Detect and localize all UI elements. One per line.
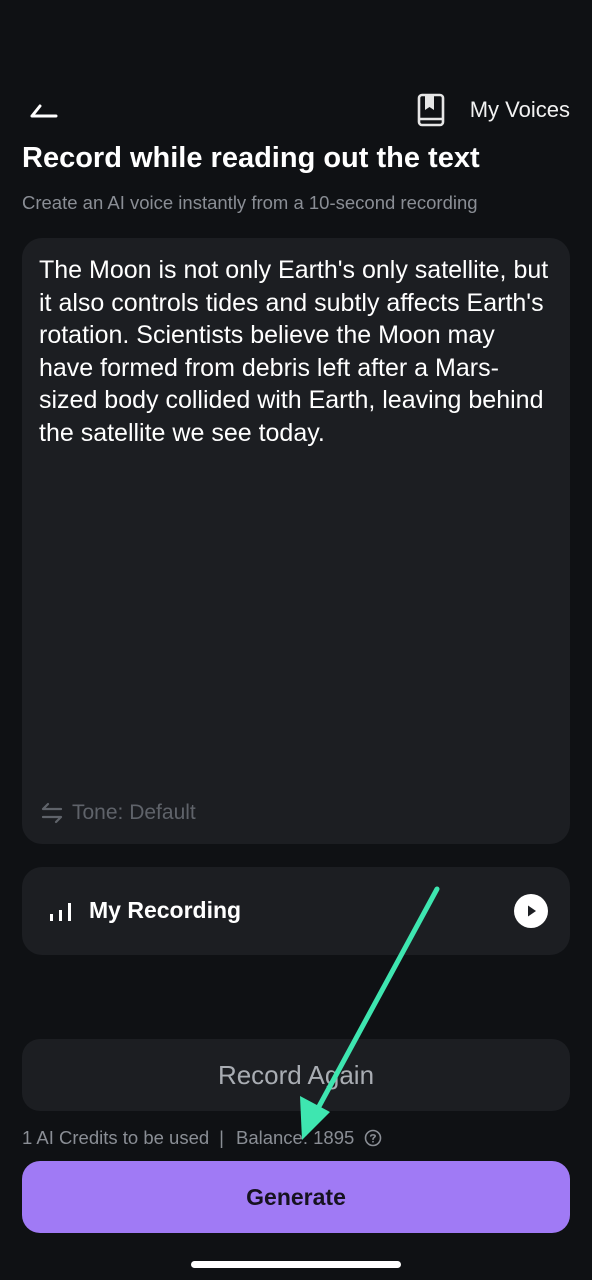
book-icon	[416, 93, 446, 127]
voice-clone-screen: My Voices Record while reading out the t…	[0, 0, 592, 1280]
credits-used: 1 AI Credits to be used	[22, 1127, 210, 1148]
page-title: Record while reading out the text	[22, 142, 480, 174]
my-recording-label: My Recording	[89, 897, 242, 923]
reading-text: The Moon is not only Earth's only satell…	[39, 256, 549, 447]
my-recording-card[interactable]: My Recording	[22, 867, 570, 955]
home-indicator	[191, 1261, 401, 1268]
credits-info: 1 AI Credits to be used | Balance: 1895	[22, 1127, 382, 1149]
back-arrow-icon	[30, 104, 58, 118]
credits-separator: |	[219, 1127, 224, 1148]
back-button[interactable]	[24, 92, 64, 128]
tone-label: Tone: Default	[72, 801, 196, 824]
reading-text-card: The Moon is not only Earth's only satell…	[22, 238, 570, 844]
credits-balance: Balance: 1895	[235, 1127, 355, 1148]
tone-selector[interactable]: Tone: Default	[40, 801, 196, 825]
waveform-icon	[48, 901, 74, 923]
my-voices-button[interactable]: My Voices	[416, 90, 570, 130]
play-icon	[528, 905, 536, 917]
my-voices-label: My Voices	[469, 97, 570, 122]
page-subtitle: Create an AI voice instantly from a 10-s…	[22, 192, 478, 213]
record-again-button[interactable]: Record Again	[22, 1039, 570, 1111]
generate-button[interactable]: Generate	[22, 1161, 570, 1233]
swap-arrows-icon	[40, 802, 64, 824]
help-circle-icon[interactable]	[364, 1129, 382, 1147]
play-button[interactable]	[514, 894, 548, 928]
